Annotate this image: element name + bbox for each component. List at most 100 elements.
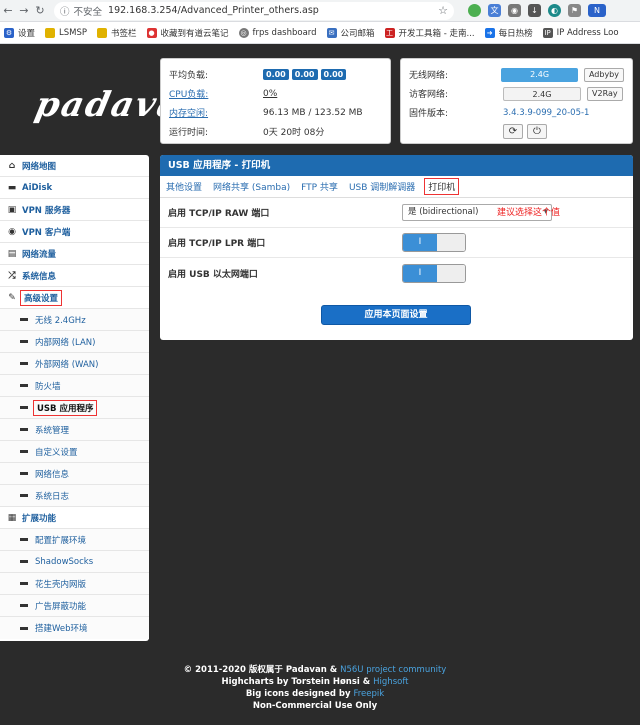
- arrow-icon: ➜: [484, 27, 495, 38]
- ip-icon: IP: [542, 27, 553, 38]
- sidebar: ⌂ 网络地图 ▬ AiDisk ▣ VPN 服务器 ◉ VPN 客户端 ▤ 网络流量 ⤮ 系…: [0, 155, 149, 641]
- bookmark-bar-folder[interactable]: 书签栏: [97, 27, 137, 39]
- tab-modem[interactable]: USB 调制解调器: [349, 180, 415, 193]
- bookmark-mail[interactable]: ✉ 公司邮箱: [326, 27, 375, 39]
- ext-circle-icon[interactable]: ◐: [548, 4, 561, 17]
- wifi-row: 无线网络: 2.4G Adbyby: [409, 65, 624, 84]
- guest-row: 访客网络: 2.4G V2Ray: [409, 84, 624, 103]
- load-15: 0.00: [320, 69, 347, 80]
- back-icon[interactable]: ←: [0, 4, 16, 17]
- load-5: 0.00: [291, 69, 318, 80]
- router-page: padavan 平均负载: 0.00 0.00 0.00 CPU负载: 0% 内…: [0, 45, 640, 725]
- wifi-band-button[interactable]: 2.4G: [501, 67, 578, 82]
- power-icon[interactable]: ⏻: [527, 124, 547, 139]
- lpr-port-row: 启用 TCP/IP LPR 端口 I: [160, 228, 633, 258]
- sidebar-sub-adblock[interactable]: 广告屏蔽功能: [0, 595, 149, 617]
- traffic-icon: ▤: [7, 248, 17, 259]
- bookmark-lsmsp[interactable]: LSMSP: [45, 27, 87, 38]
- cpu-link[interactable]: CPU负载:: [169, 87, 263, 100]
- bookmark-youdao[interactable]: ● 收藏到有道云笔记: [146, 27, 229, 39]
- refresh-icon[interactable]: ⟳: [503, 124, 523, 139]
- globe-icon: ◎: [238, 27, 249, 38]
- url-text[interactable]: 192.168.3.254/Advanced_Printer_others.as…: [108, 5, 319, 16]
- ext-flag-icon[interactable]: ⚑: [568, 4, 581, 17]
- ext-translate-icon[interactable]: 文: [488, 4, 501, 17]
- sidebar-item-sysinfo[interactable]: ⤮ 系统信息: [0, 265, 149, 287]
- sidebar-sub-wan[interactable]: 外部网络 (WAN): [0, 353, 149, 375]
- bookmark-devtools[interactable]: 工开发工具箱 - 走南...: [384, 27, 475, 39]
- sidebar-item-vpn-server[interactable]: ▣ VPN 服务器: [0, 199, 149, 221]
- sidebar-item-network-map[interactable]: ⌂ 网络地图: [0, 155, 149, 177]
- footer: © 2011-2020 版权属于 Padavan & N56U project …: [183, 665, 447, 711]
- shuffle-icon: ⤮: [8, 270, 16, 281]
- tab-ftp[interactable]: FTP 共享: [301, 180, 338, 193]
- mail-icon: ✉: [326, 27, 337, 38]
- star-icon[interactable]: ☆: [438, 4, 448, 17]
- ext-new-icon[interactable]: N: [588, 4, 606, 17]
- sidebar-sub-oray[interactable]: 花生壳内网版: [0, 573, 149, 595]
- sidebar-sub-web[interactable]: 搭建Web环境: [0, 617, 149, 639]
- globe-icon: ◉: [8, 226, 16, 237]
- download-icon[interactable]: ↓: [528, 4, 541, 17]
- system-status-panel: 平均负载: 0.00 0.00 0.00 CPU负载: 0% 内存空闲: 96.…: [160, 58, 391, 144]
- sidebar-sub-shadowsocks[interactable]: ShadowSocks: [0, 551, 149, 573]
- devtools-icon: 工: [384, 27, 395, 38]
- sidebar-sub-firewall[interactable]: 防火墙: [0, 375, 149, 397]
- highsoft-link[interactable]: Highsoft: [373, 677, 408, 687]
- sidebar-item-vpn-client[interactable]: ◉ VPN 客户端: [0, 221, 149, 243]
- usb-eth-toggle[interactable]: I: [402, 263, 466, 283]
- adbyby-button[interactable]: Adbyby: [583, 67, 624, 82]
- sidebar-sub-ext-env[interactable]: 配置扩展环境: [0, 529, 149, 551]
- tab-samba[interactable]: 网络共享 (Samba): [213, 180, 290, 193]
- action-row: ⟳ ⏻: [409, 122, 624, 141]
- insecure-label: 不安全: [73, 6, 103, 18]
- sidebar-item-extensions[interactable]: ▦ 扩展功能: [0, 507, 149, 529]
- sidebar-sub-custom[interactable]: 自定义设置: [0, 441, 149, 463]
- tab-bar: 其他设置 网络共享 (Samba) FTP 共享 USB 调制解调器 打印机: [160, 176, 633, 198]
- sidebar-item-traffic[interactable]: ▤ 网络流量: [0, 243, 149, 265]
- sidebar-sub-netinfo[interactable]: 网络信息: [0, 463, 149, 485]
- network-status-panel: 无线网络: 2.4G Adbyby 访客网络: 2.4G V2Ray 固件版本:…: [400, 58, 633, 144]
- bookmark-ip[interactable]: IP IP Address Loo: [542, 27, 619, 38]
- sidebar-sub-usb[interactable]: USB 应用程序: [0, 397, 149, 419]
- cpu-row: CPU负载: 0%: [169, 87, 278, 101]
- apply-button[interactable]: 应用本页面设置: [321, 305, 471, 325]
- sidebar-item-advanced[interactable]: ✎ 高级设置: [0, 287, 149, 309]
- sidebar-item-aidisk[interactable]: ▬ AiDisk: [0, 177, 149, 199]
- info-icon[interactable]: ⓘ: [60, 4, 70, 18]
- sidebar-sub-admin[interactable]: 系统管理: [0, 419, 149, 441]
- extensions: 文 ◉ ↓ ◐ ⚑ N: [468, 4, 606, 17]
- bookmark-settings[interactable]: ⚙ 设置: [4, 27, 35, 39]
- youdao-icon: ●: [146, 27, 157, 38]
- folder-icon: [97, 27, 108, 38]
- firmware-row: 固件版本: 3.4.3.9-099_20-05-1: [409, 107, 590, 120]
- browser-toolbar: ← → ↻ ⓘ 不安全 192.168.3.254/Advanced_Print…: [0, 0, 640, 22]
- tab-other[interactable]: 其他设置: [166, 180, 202, 193]
- camera-icon[interactable]: ◉: [508, 4, 521, 17]
- forward-icon[interactable]: →: [16, 4, 32, 17]
- uptime-row: 运行时间: 0天 20时 08分: [169, 128, 325, 138]
- address-bar[interactable]: ⓘ 不安全 192.168.3.254/Advanced_Printer_oth…: [54, 1, 454, 20]
- wrench-icon: ✎: [8, 292, 16, 303]
- lpr-toggle[interactable]: I: [402, 233, 466, 252]
- gear-icon: ⚙: [4, 27, 14, 38]
- community-link[interactable]: N56U project community: [340, 665, 446, 675]
- vpn-icon: ▣: [7, 204, 17, 215]
- ext-green-icon[interactable]: [468, 4, 481, 17]
- firmware-version[interactable]: 3.4.3.9-099_20-05-1: [503, 108, 589, 118]
- sidebar-sub-wireless[interactable]: 无线 2.4GHz: [0, 309, 149, 331]
- guest-band-button[interactable]: 2.4G: [503, 86, 581, 101]
- usb-eth-row: 启用 USB 以太网端口 I: [160, 258, 633, 288]
- sidebar-sub-lan[interactable]: 内部网络 (LAN): [0, 331, 149, 353]
- freepik-link[interactable]: Freepik: [353, 689, 384, 699]
- bookmark-hot[interactable]: ➜ 每日热榜: [484, 27, 533, 39]
- bookmarks-bar: ⚙ 设置 LSMSP 书签栏 ● 收藏到有道云笔记 ◎ frps dashboard …: [0, 22, 640, 44]
- bookmark-frps[interactable]: ◎ frps dashboard: [238, 27, 317, 38]
- reload-icon[interactable]: ↻: [32, 4, 48, 17]
- tab-printer[interactable]: 打印机: [424, 178, 460, 195]
- page-title: USB 应用程序 - 打印机: [160, 155, 633, 176]
- sidebar-sub-syslog[interactable]: 系统日志: [0, 485, 149, 507]
- mem-link[interactable]: 内存空闲:: [169, 106, 263, 119]
- mem-row: 内存空闲: 96.13 MB / 123.52 MB: [169, 106, 363, 120]
- v2ray-button[interactable]: V2Ray: [587, 86, 623, 101]
